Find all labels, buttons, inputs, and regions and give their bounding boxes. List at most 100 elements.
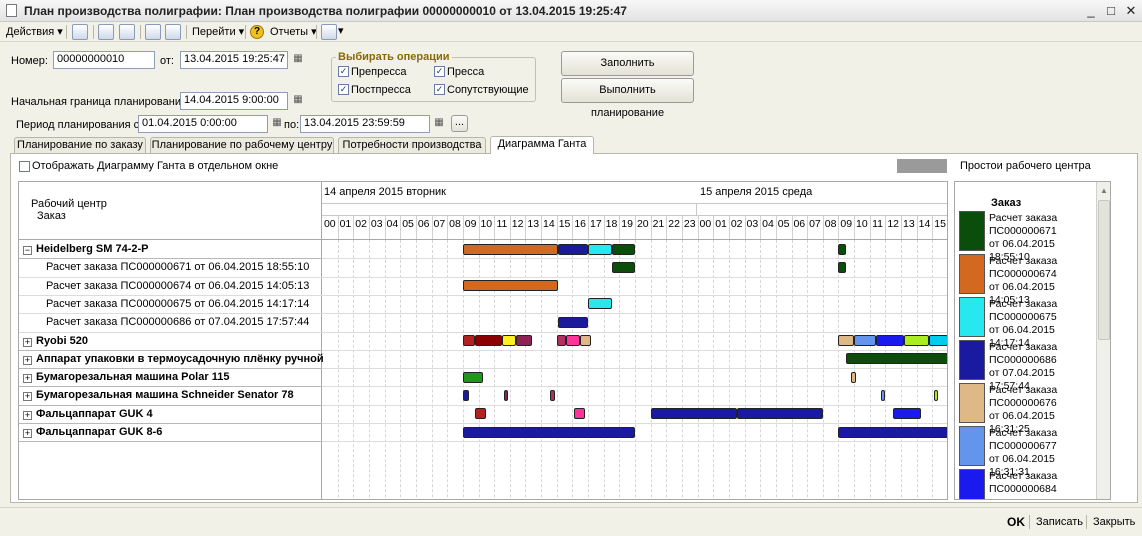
ok-button[interactable]: OK	[1007, 515, 1025, 529]
minimize-button[interactable]: _	[1082, 3, 1100, 19]
calendar-icon[interactable]: ▦	[431, 116, 447, 132]
close-window-button[interactable]: ✕	[1122, 3, 1140, 19]
period-select-button[interactable]: ...	[451, 115, 468, 132]
export-dropdown-icon[interactable]: ▾	[338, 24, 344, 37]
related-checkbox[interactable]: ✓	[434, 84, 445, 95]
gantt-bar[interactable]	[580, 335, 592, 346]
export-icon[interactable]	[321, 24, 337, 40]
goto-menu[interactable]: Перейти ▾	[192, 25, 244, 38]
gantt-bar[interactable]	[462, 426, 635, 438]
gantt-bar[interactable]	[588, 298, 612, 310]
calendar-icon[interactable]: ▦	[290, 93, 306, 109]
work-center-row-label[interactable]: + Фальцаппарат GUK 8-6	[23, 426, 162, 438]
order-row-label[interactable]: Расчет заказа ПС000000671 от 06.04.2015 …	[46, 261, 309, 273]
order-row-label[interactable]: Расчет заказа ПС000000675 от 06.04.2015 …	[46, 298, 309, 310]
run-planning-button[interactable]: Выполнить планирование	[561, 78, 694, 119]
gantt-bar[interactable]	[880, 389, 885, 401]
delete-icon[interactable]	[165, 24, 181, 40]
period-from-field[interactable]: 01.04.2015 0:00:00	[138, 115, 268, 133]
order-row-label[interactable]: Расчет заказа ПС000000674 от 06.04.2015 …	[46, 280, 309, 292]
fill-button[interactable]: Заполнить	[561, 51, 694, 76]
gantt-bar[interactable]	[838, 243, 847, 255]
period-to-field[interactable]: 13.04.2015 23:59:59	[300, 115, 430, 133]
tab-production-needs[interactable]: Потребности производства	[338, 137, 486, 153]
gantt-bar[interactable]	[838, 261, 847, 273]
gantt-bar[interactable]	[929, 335, 947, 346]
grid-line	[431, 240, 433, 499]
save-button[interactable]: Записать	[1036, 516, 1083, 528]
gantt-bar[interactable]	[893, 408, 922, 420]
gantt-bar[interactable]	[475, 408, 487, 420]
gantt-bar[interactable]	[556, 335, 567, 346]
gantt-bar[interactable]	[838, 335, 855, 346]
expand-icon[interactable]: +	[23, 429, 32, 438]
gantt-bar[interactable]	[501, 335, 517, 346]
legend-scrollbar[interactable]: ▲	[1096, 182, 1110, 499]
gantt-bar[interactable]	[650, 408, 737, 420]
hour-label: 06	[793, 218, 806, 230]
expand-icon[interactable]: +	[23, 410, 32, 420]
gantt-bar[interactable]	[503, 389, 509, 401]
date-field[interactable]: 13.04.2015 19:25:47	[180, 51, 288, 69]
work-center-row-label[interactable]: + Аппарат упаковки в термоусадочную плёнк…	[23, 353, 324, 365]
expand-icon[interactable]: +	[23, 374, 32, 384]
legend-scrollbar-thumb[interactable]	[1098, 200, 1110, 340]
gantt-bar[interactable]	[462, 280, 559, 292]
gantt-bar[interactable]	[558, 243, 589, 255]
gantt-bar[interactable]	[475, 335, 502, 346]
gantt-bar[interactable]	[904, 335, 930, 346]
copy-icon[interactable]	[119, 24, 135, 40]
work-center-row-label[interactable]: + Бумагорезальная машина Schneider Senato…	[23, 389, 294, 402]
expand-icon[interactable]: +	[23, 392, 32, 402]
gantt-bar[interactable]	[854, 335, 876, 346]
gantt-bar[interactable]	[850, 371, 856, 383]
gantt-bar[interactable]	[838, 426, 947, 438]
gantt-bar[interactable]	[876, 335, 905, 346]
work-center-row-label[interactable]: + Бумагорезальная машина Polar 115	[23, 371, 229, 384]
gantt-bar[interactable]	[933, 389, 938, 401]
hour-label: 06	[417, 218, 430, 230]
scroll-up-icon[interactable]: ▲	[1100, 186, 1108, 195]
gantt-bar[interactable]	[558, 316, 589, 328]
gantt-bar[interactable]	[462, 243, 559, 255]
start-bound-field[interactable]: 14.04.2015 9:00:00	[180, 92, 288, 110]
tab-gantt[interactable]: Диаграмма Ганта	[490, 136, 594, 154]
calendar-icon[interactable]: ▦	[269, 116, 285, 132]
press-checkbox[interactable]: ✓	[434, 66, 445, 77]
gantt-bar[interactable]	[611, 243, 635, 255]
number-field[interactable]: 00000000010	[53, 51, 155, 69]
postpress-checkbox[interactable]: ✓	[338, 84, 349, 95]
close-button[interactable]: Закрыть	[1093, 516, 1135, 528]
tab-workcenter-planning[interactable]: Планирование по рабочему центру	[150, 137, 334, 153]
work-center-row-label[interactable]: + Фальцаппарат GUK 4	[23, 408, 153, 420]
gantt-bar[interactable]	[462, 389, 470, 401]
number-label: Номер:	[11, 55, 48, 67]
work-center-row-label[interactable]: + Ryobi 520	[23, 335, 88, 347]
work-center-row-label[interactable]: − Heidelberg SM 74-2-P	[23, 243, 148, 255]
gantt-bar[interactable]	[588, 243, 612, 255]
move-icon[interactable]	[72, 24, 88, 40]
gantt-bar[interactable]	[462, 371, 484, 383]
gantt-bar[interactable]	[846, 353, 947, 365]
order-row-label[interactable]: Расчет заказа ПС000000686 от 07.04.2015 …	[46, 316, 309, 328]
collapse-icon[interactable]: −	[23, 246, 32, 255]
maximize-button[interactable]: □	[1102, 3, 1120, 19]
separate-window-checkbox[interactable]	[19, 161, 30, 172]
gantt-bar[interactable]	[462, 335, 476, 346]
actions-menu[interactable]: Действия ▾	[6, 25, 63, 38]
gantt-bar[interactable]	[566, 335, 581, 346]
refresh-icon[interactable]	[98, 24, 114, 40]
edit-icon[interactable]	[145, 24, 161, 40]
expand-icon[interactable]: +	[23, 337, 32, 347]
reports-menu[interactable]: Отчеты ▾	[270, 25, 317, 38]
gantt-bar[interactable]	[550, 389, 556, 401]
gantt-bar[interactable]	[573, 408, 585, 420]
calendar-icon[interactable]: ▦	[290, 52, 306, 68]
gantt-bar[interactable]	[736, 408, 823, 420]
tab-order-planning[interactable]: Планирование по заказу	[14, 137, 146, 153]
expand-icon[interactable]: +	[23, 355, 32, 365]
help-icon[interactable]: ?	[250, 25, 264, 39]
gantt-bar[interactable]	[516, 335, 532, 346]
gantt-bar[interactable]	[611, 261, 635, 273]
prepress-checkbox[interactable]: ✓	[338, 66, 349, 77]
